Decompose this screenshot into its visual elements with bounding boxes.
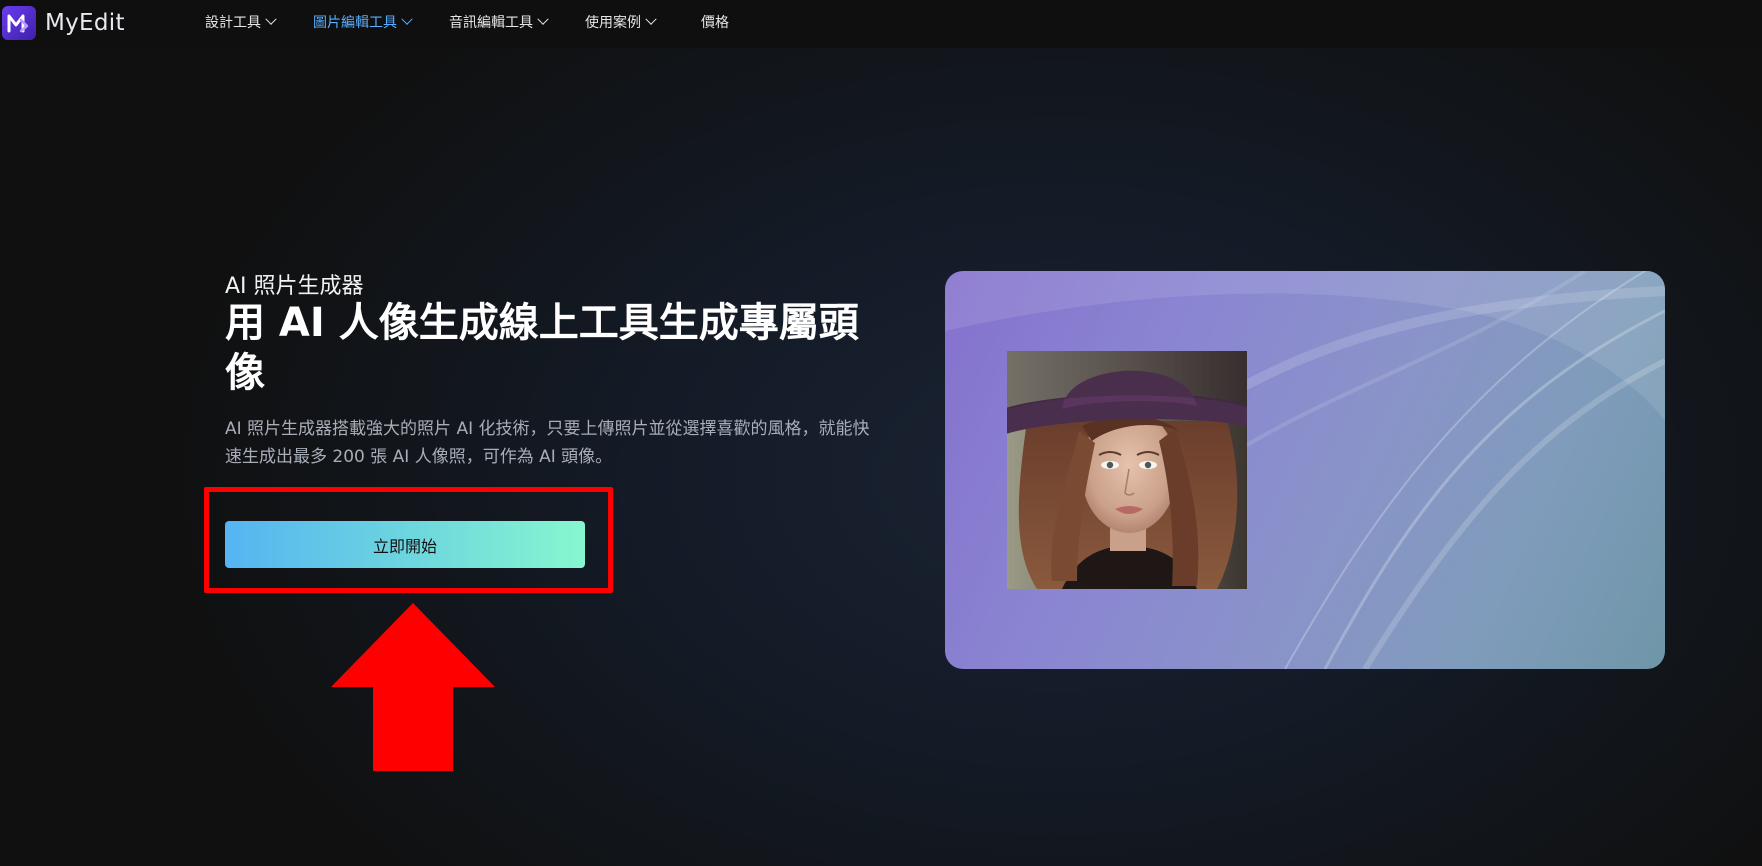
ai-portrait-sample-image	[1007, 351, 1247, 589]
chevron-down-icon	[537, 13, 549, 25]
nav-item-label: 使用案例	[585, 15, 641, 31]
nav-item-label: 音訊編輯工具	[449, 15, 533, 31]
brand-name: MyEdit	[45, 10, 125, 36]
top-navigation-bar: MyEdit 設計工具 圖片編輯工具 音訊編輯工具 使用案例 價格	[0, 0, 1762, 48]
myedit-logo-icon	[2, 6, 36, 40]
nav-item-use-cases[interactable]: 使用案例	[585, 12, 657, 32]
page: MyEdit 設計工具 圖片編輯工具 音訊編輯工具 使用案例 價格 AI 照片生…	[0, 0, 1762, 866]
chevron-down-icon	[265, 13, 277, 25]
highlight-box	[204, 487, 613, 593]
red-up-arrow-icon	[328, 603, 498, 775]
nav-item-audio-editing-tools[interactable]: 音訊編輯工具	[449, 12, 549, 32]
hero-description: AI 照片生成器搭載強大的照片 AI 化技術，只要上傳照片並從選擇喜歡的風格，就…	[225, 419, 870, 467]
nav-item-design-tools[interactable]: 設計工具	[205, 12, 277, 32]
nav-item-label: 價格	[701, 15, 729, 31]
hero-title: 用 AI 人像生成線上工具生成專屬頭像	[225, 300, 859, 396]
brand-logo[interactable]: MyEdit	[2, 6, 125, 40]
chevron-down-icon	[645, 13, 657, 25]
nav-item-pricing[interactable]: 價格	[701, 12, 729, 32]
nav-item-label: 圖片編輯工具	[313, 15, 397, 31]
nav-item-image-editing-tools[interactable]: 圖片編輯工具	[313, 12, 413, 32]
main-nav: 設計工具 圖片編輯工具 音訊編輯工具 使用案例 價格	[205, 0, 767, 44]
chevron-down-icon	[401, 13, 413, 25]
nav-item-label: 設計工具	[205, 15, 261, 31]
hero-subtitle: AI 照片生成器	[225, 274, 364, 299]
preview-card	[945, 271, 1665, 669]
